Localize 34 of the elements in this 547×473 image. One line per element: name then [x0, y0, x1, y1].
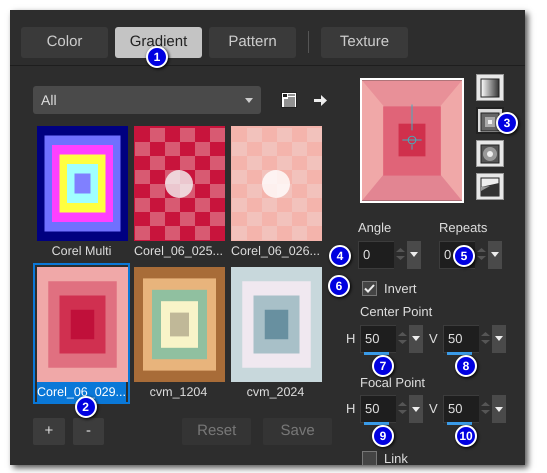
toolbar-button[interactable]: + [33, 418, 65, 445]
number-field[interactable]: 50 [443, 395, 479, 423]
tab[interactable]: Color [21, 27, 108, 58]
axis-label: V [429, 400, 439, 418]
number-field[interactable]: 50 [360, 324, 396, 352]
field-label: Repeats [439, 219, 488, 237]
gradient-item[interactable]: Corel_06_026... [227, 122, 324, 263]
callout-badge: 9 [372, 425, 394, 447]
callout-badge: 4 [329, 244, 351, 266]
axis-label: H [346, 400, 356, 418]
number-field[interactable]: 50 [360, 395, 396, 423]
section-label: Focal Point [360, 374, 426, 392]
checkbox-label: Link [384, 450, 408, 468]
gradient-item[interactable]: cvm_1204 [130, 263, 227, 404]
gradient-item[interactable]: Corel_06_029... [33, 263, 130, 404]
axis-label: H [346, 330, 356, 348]
category-dropdown[interactable]: All [33, 86, 261, 114]
checkbox-label: Invert [384, 280, 417, 298]
callout-badge: 3 [496, 112, 518, 134]
field-label: Angle [358, 219, 392, 237]
callout-badge: 6 [328, 274, 350, 296]
section-label: Center Point [360, 303, 434, 321]
tab[interactable]: Texture [321, 27, 408, 58]
number-field[interactable]: 0 [358, 240, 394, 268]
gradient-item[interactable]: Corel_06_025... [130, 122, 227, 263]
gradient-item[interactable]: cvm_2024 [227, 263, 324, 404]
axis-label: V [429, 330, 439, 348]
callout-badge: 10 [455, 425, 477, 447]
toolbar-button[interactable]: - [72, 418, 104, 445]
callout-badge: 8 [455, 354, 477, 376]
tab[interactable]: Pattern [209, 27, 296, 58]
gradient-item[interactable]: Corel Multi [33, 122, 130, 263]
number-field[interactable]: 50 [443, 324, 479, 352]
callout-badge: 7 [372, 354, 394, 376]
